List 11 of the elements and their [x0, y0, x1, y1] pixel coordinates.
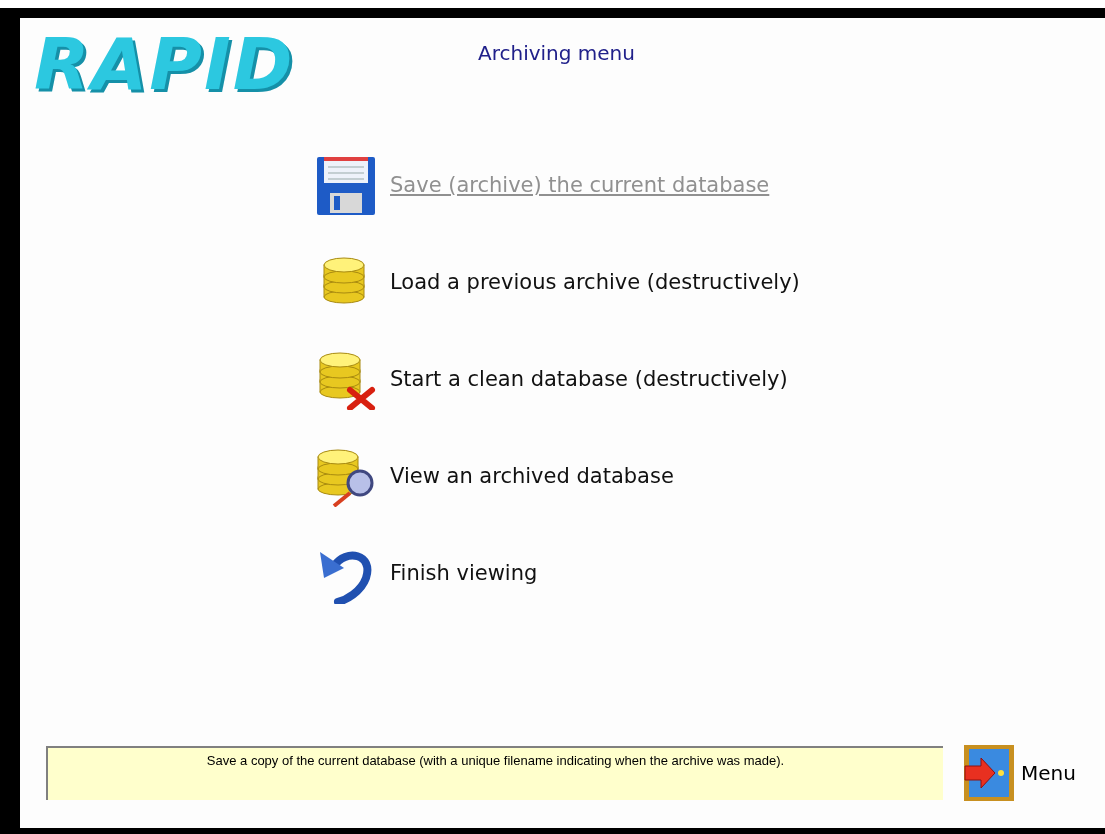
coin-stack-cross-icon [316, 350, 376, 410]
status-box: Save a copy of the current database (with a unique filename indicating when the archive was made). [46, 746, 943, 800]
page-title: Archiving menu [478, 40, 635, 67]
door-exit-icon [963, 744, 1015, 802]
menu-link[interactable]: Finish viewing [390, 558, 538, 590]
menu-button[interactable]: Menu [963, 744, 1076, 802]
rapid-logo: RAPID [34, 22, 296, 106]
coin-stack-magnifier-icon [316, 447, 376, 507]
menu-link[interactable]: Load a previous archive (destructively) [390, 267, 800, 299]
menu-link[interactable]: Start a clean database (destructively) [390, 364, 788, 396]
menu-link[interactable]: View an archived database [390, 461, 674, 493]
